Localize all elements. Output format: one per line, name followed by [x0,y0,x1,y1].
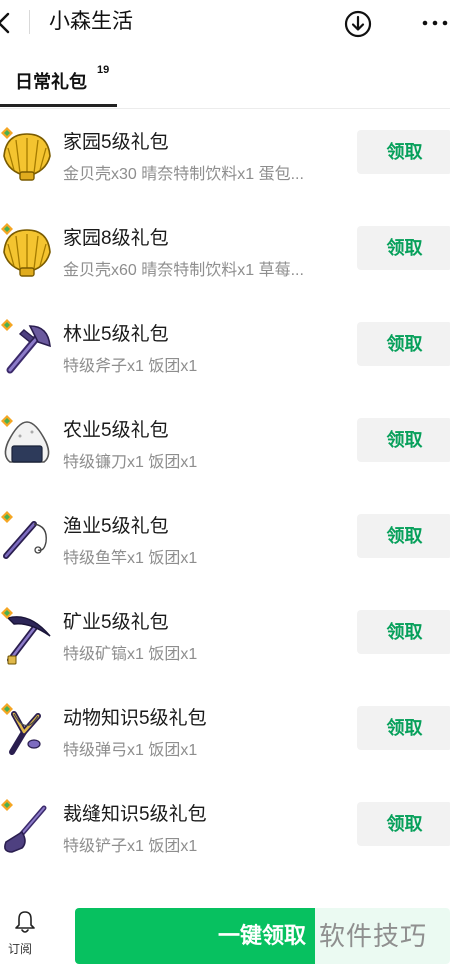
badge-pin-icon [1,127,13,139]
item-title: 渔业5级礼包 [63,516,169,537]
item-description: 特级矿镐x1 饭团x1 [63,646,198,663]
claim-button[interactable]: 领取 [357,706,450,750]
item-thumbnail [0,318,54,380]
item-title: 家园8级礼包 [63,228,169,249]
page: 小森生活 日常礼包 19 家园5级礼包 金贝壳x30 晴奈特制饮料x1 蛋包..… [0,0,450,976]
badge-pin-icon [1,607,13,619]
claim-button[interactable]: 领取 [357,802,450,846]
claim-button[interactable]: 领取 [357,514,450,558]
item-description: 特级镰刀x1 饭团x1 [63,454,198,471]
tab-bar: 日常礼包 19 [0,52,450,109]
watermark-text: 软件技巧 [319,921,428,951]
item-title: 农业5级礼包 [63,420,169,441]
item-description: 特级斧子x1 饭团x1 [63,358,198,375]
item-description: 特级弹弓x1 饭团x1 [63,742,198,759]
item-thumbnail [0,414,54,476]
tab-count-badge: 19 [97,64,110,76]
header-divider [29,10,30,34]
badge-pin-icon [1,319,13,331]
list-item: 家园8级礼包 金贝壳x60 晴奈特制饮料x1 草莓... 领取 [0,208,450,304]
list-item: 矿业5级礼包 特级矿镐x1 饭团x1 领取 [0,592,450,688]
item-description: 金贝壳x30 晴奈特制饮料x1 蛋包... [63,166,304,183]
watermark: 软件技巧 [315,908,450,964]
badge-pin-icon [1,511,13,523]
item-title: 动物知识5级礼包 [63,708,207,729]
claim-button[interactable]: 领取 [357,610,450,654]
subscribe-button[interactable]: 订阅 [6,910,44,966]
tab-daily-gifts[interactable]: 日常礼包 19 [15,64,109,98]
list-item: 农业5级礼包 特级镰刀x1 饭团x1 领取 [0,400,450,496]
claim-all-label: 一键领取 [218,923,307,948]
list-item: 裁缝知识5级礼包 特级铲子x1 饭团x1 领取 [0,784,450,880]
list-item: 林业5级礼包 特级斧子x1 饭团x1 领取 [0,304,450,400]
item-description: 金贝壳x60 晴奈特制饮料x1 草莓... [63,262,304,279]
item-description: 特级铲子x1 饭团x1 [63,838,198,855]
header: 小森生活 [0,0,450,48]
item-title: 家园5级礼包 [63,132,169,153]
subscribe-label: 订阅 [8,942,33,956]
item-title: 林业5级礼包 [63,324,169,345]
more-dots-icon[interactable] [420,8,450,38]
list-item: 家园5级礼包 金贝壳x30 晴奈特制饮料x1 蛋包... 领取 [0,112,450,208]
item-thumbnail [0,702,54,764]
item-thumbnail [0,798,54,860]
item-title: 裁缝知识5级礼包 [63,804,207,825]
badge-pin-icon [1,703,13,715]
download-circle-icon[interactable] [343,9,373,39]
item-thumbnail [0,222,54,284]
page-title: 小森生活 [49,10,133,33]
item-thumbnail [0,126,54,188]
claim-button[interactable]: 领取 [357,418,450,462]
claim-button[interactable]: 领取 [357,322,450,366]
badge-pin-icon [1,415,13,427]
tab-label: 日常礼包 [15,72,87,92]
badge-pin-icon [1,799,13,811]
claim-button[interactable]: 领取 [357,226,450,270]
badge-pin-icon [1,223,13,235]
item-thumbnail [0,606,54,668]
item-thumbnail [0,510,54,572]
claim-button[interactable]: 领取 [357,130,450,174]
list-item: 渔业5级礼包 特级鱼竿x1 饭团x1 领取 [0,496,450,592]
tab-active-underline [0,104,117,107]
bottom-bar: 订阅 一键领取 软件技巧 [0,892,450,976]
item-title: 矿业5级礼包 [63,612,169,633]
list-item: 动物知识5级礼包 特级弹弓x1 饭团x1 领取 [0,688,450,784]
back-arrow-icon[interactable] [0,8,18,38]
bell-icon [15,911,35,933]
item-description: 特级鱼竿x1 饭团x1 [63,550,198,567]
